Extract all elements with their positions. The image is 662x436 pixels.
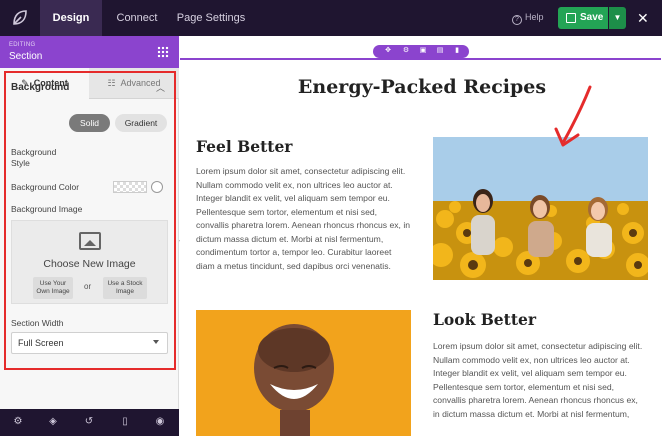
feel-better-paragraph[interactable]: Lorem ipsum dolor sit amet, consectetur … xyxy=(196,165,410,273)
sunflower-field-photo[interactable] xyxy=(433,137,648,280)
gradient-label: Gradient xyxy=(124,118,158,128)
section-width-value: Full Screen xyxy=(18,338,64,348)
duplicate-icon[interactable]: ▣ xyxy=(419,47,427,55)
grid-icon[interactable] xyxy=(157,46,169,58)
chevron-up-icon[interactable]: ︿ xyxy=(156,81,165,94)
save-label: Save xyxy=(580,12,604,23)
tab-design[interactable]: Design xyxy=(40,0,102,36)
mobile-icon[interactable]: ▯ xyxy=(119,416,131,428)
section-width-label: Section Width xyxy=(11,318,64,328)
tab-page-settings[interactable]: Page Settings xyxy=(172,0,250,36)
solid-label: Solid xyxy=(80,118,99,128)
choose-new-image-title: Choose New Image xyxy=(43,258,136,270)
section-toolbar: ✥ ⚙ ▣ ▤ ▮ xyxy=(373,45,469,58)
help-label: Help xyxy=(525,12,544,22)
layers-icon[interactable]: ◈ xyxy=(47,416,59,428)
settings-icon[interactable]: ⚙ xyxy=(402,47,410,55)
trash-icon[interactable]: ▮ xyxy=(453,47,461,55)
seedprod-logo-icon xyxy=(10,8,30,28)
background-section-title[interactable]: Background xyxy=(11,82,69,93)
editing-label: EDITING xyxy=(9,42,36,48)
section-width-select[interactable]: Full Screen xyxy=(11,332,168,354)
use-own-image-button[interactable]: Use Your Own Image xyxy=(33,277,73,299)
gear-icon[interactable]: ⚙ xyxy=(12,416,24,428)
background-color-label: Background Color xyxy=(11,182,80,192)
history-icon[interactable]: ↺ xyxy=(83,416,95,428)
look-better-heading[interactable]: Look Better xyxy=(433,310,536,329)
or-label: or xyxy=(84,282,92,291)
section-header: EDITING Section xyxy=(0,36,179,68)
chevron-down-icon xyxy=(153,340,159,344)
move-icon[interactable]: ✥ xyxy=(384,47,392,55)
save-block-icon[interactable]: ▤ xyxy=(436,47,444,55)
close-icon[interactable]: ✕ xyxy=(637,9,649,27)
red-arrow-annotation xyxy=(552,85,597,150)
sidebar-footer: ⚙ ◈ ↺ ▯ ◉ xyxy=(0,409,179,436)
save-button[interactable]: Save xyxy=(558,7,608,29)
color-picker-icon[interactable] xyxy=(151,181,163,193)
save-options-chevron-icon[interactable]: ▼ xyxy=(609,7,626,29)
top-bar: Design Connect Page Settings ? Help Save … xyxy=(0,0,662,36)
background-style-label: Background Style xyxy=(11,147,57,168)
color-swatch[interactable] xyxy=(113,181,147,193)
image-icon xyxy=(79,232,101,250)
solid-option-button[interactable]: Solid xyxy=(69,114,110,132)
smiling-woman-photo[interactable] xyxy=(196,310,411,436)
background-image-label: Background Image xyxy=(11,204,83,214)
eye-icon[interactable]: ◉ xyxy=(154,416,166,428)
section-title: Section xyxy=(9,51,43,62)
gradient-option-button[interactable]: Gradient xyxy=(115,114,167,132)
look-better-paragraph[interactable]: Lorem ipsum dolor sit amet, consectetur … xyxy=(433,340,645,421)
help-icon: ? xyxy=(512,15,522,25)
section-outline xyxy=(180,58,661,60)
save-icon xyxy=(566,13,576,23)
help-link[interactable]: ? Help xyxy=(512,12,544,25)
feel-better-heading[interactable]: Feel Better xyxy=(196,137,292,156)
use-stock-image-button[interactable]: Use a Stock Image xyxy=(103,277,147,299)
tab-connect[interactable]: Connect xyxy=(104,0,170,36)
